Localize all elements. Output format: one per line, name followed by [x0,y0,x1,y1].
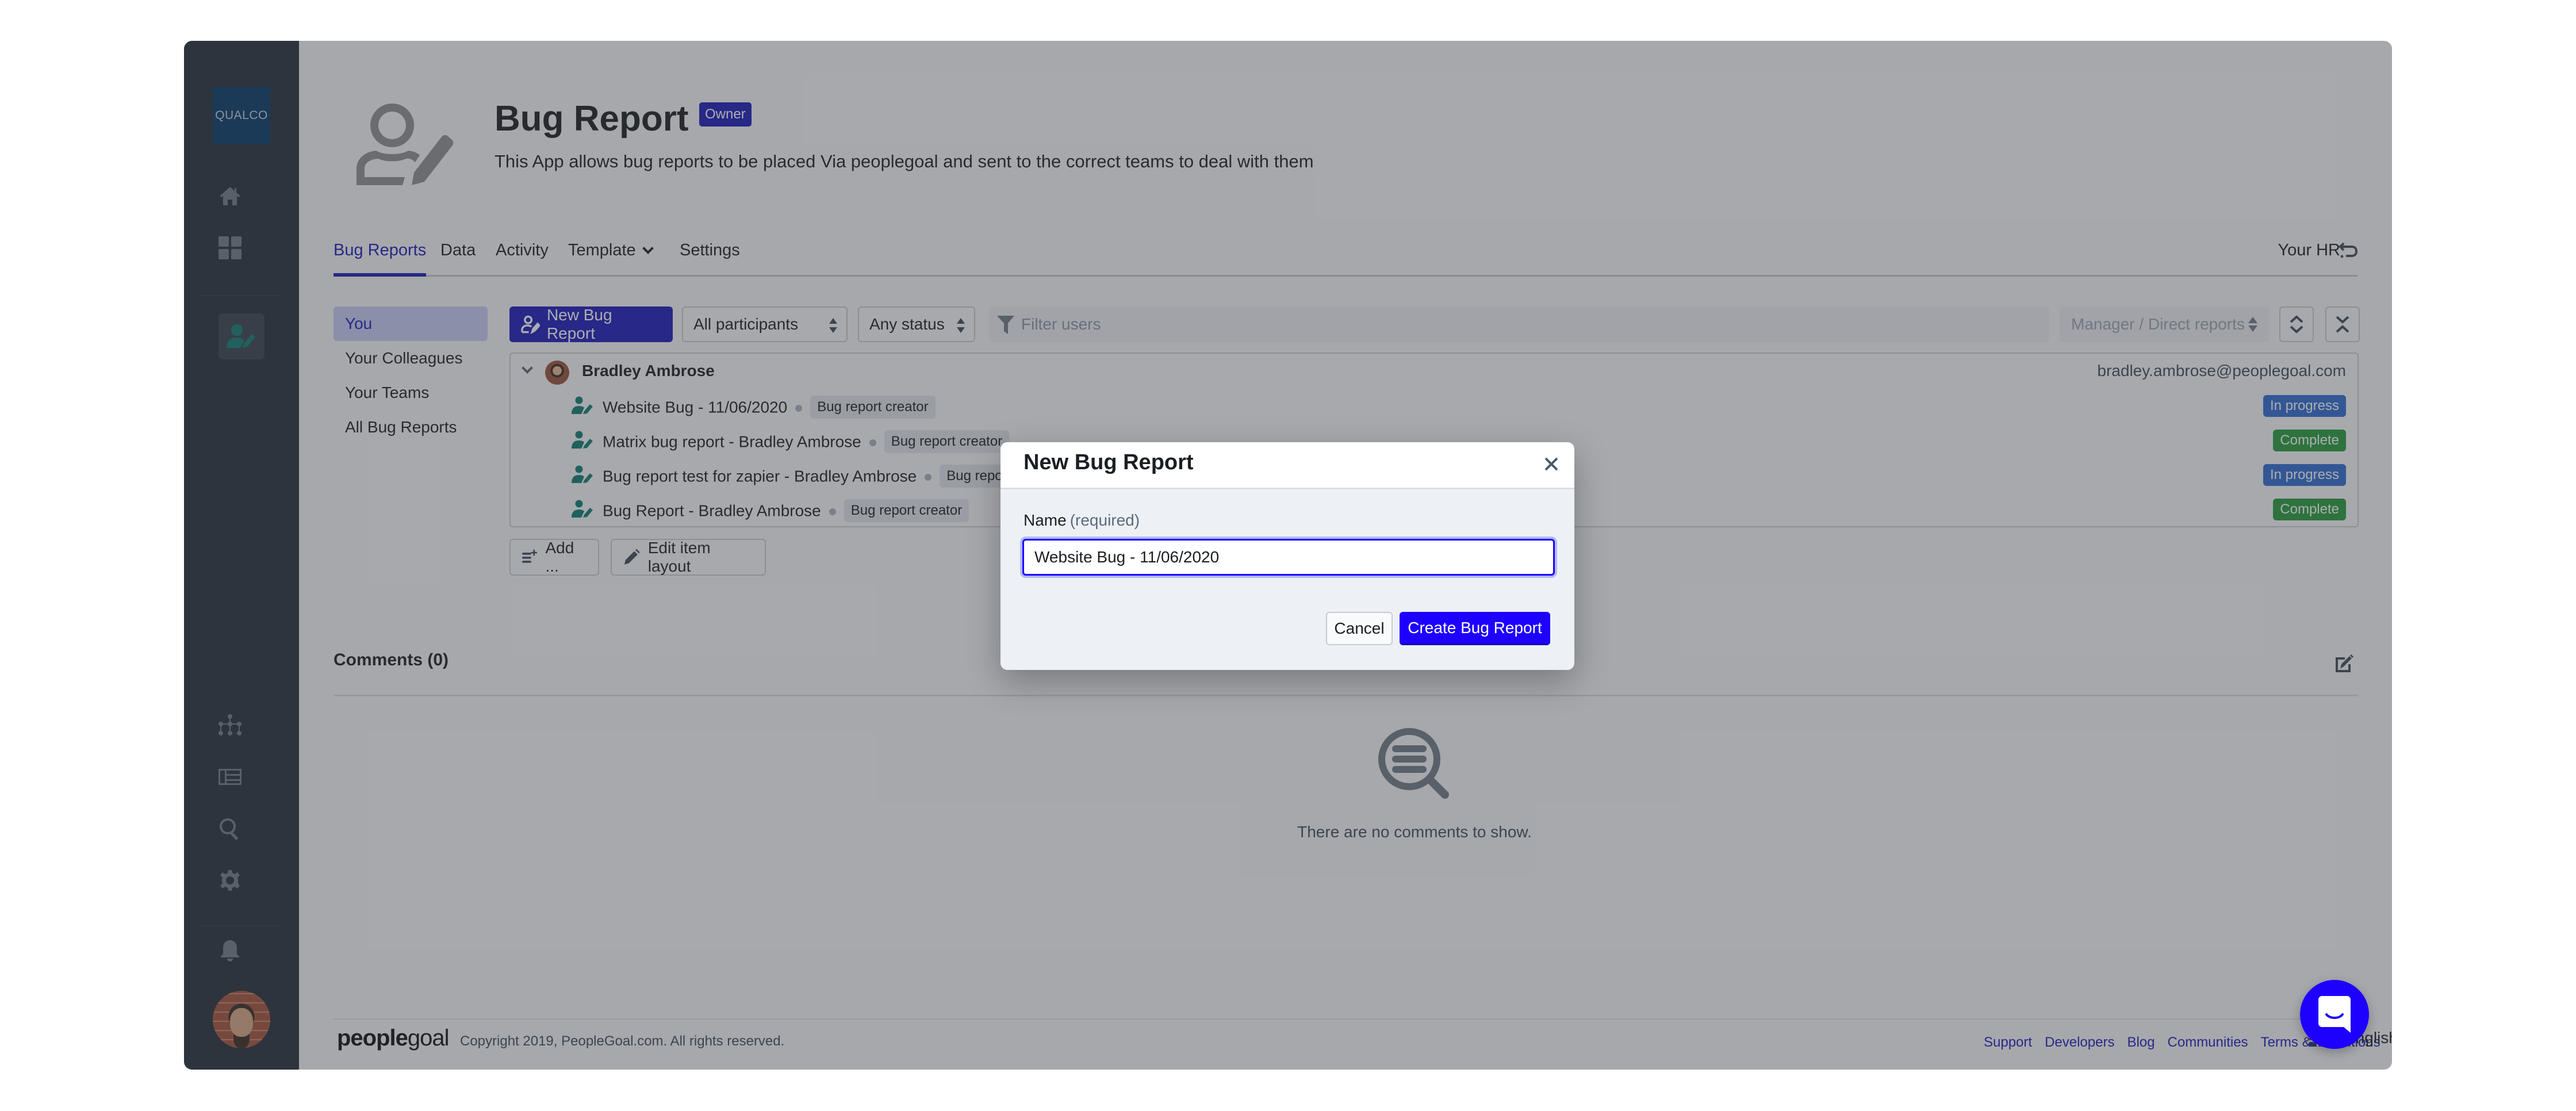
cancel-button[interactable]: Cancel [1326,612,1393,645]
app-window: QUALCO Bug Report Owner This App allows … [184,41,2392,1070]
close-icon[interactable] [1542,455,1561,473]
modal-title: New Bug Report [1023,450,1194,474]
chat-icon [2318,996,2351,1033]
label-text: Name [1023,511,1067,529]
required-hint: (required) [1070,511,1140,529]
new-bug-report-modal: New Bug Report Name(required) Cancel Cre… [1000,442,1574,670]
modal-header: New Bug Report [1000,442,1574,489]
name-field-label: Name (required) [1023,511,1140,530]
name-input[interactable] [1022,539,1555,576]
chat-launcher-button[interactable] [2300,980,2369,1049]
create-bug-report-button[interactable]: Create Bug Report [1400,612,1550,645]
